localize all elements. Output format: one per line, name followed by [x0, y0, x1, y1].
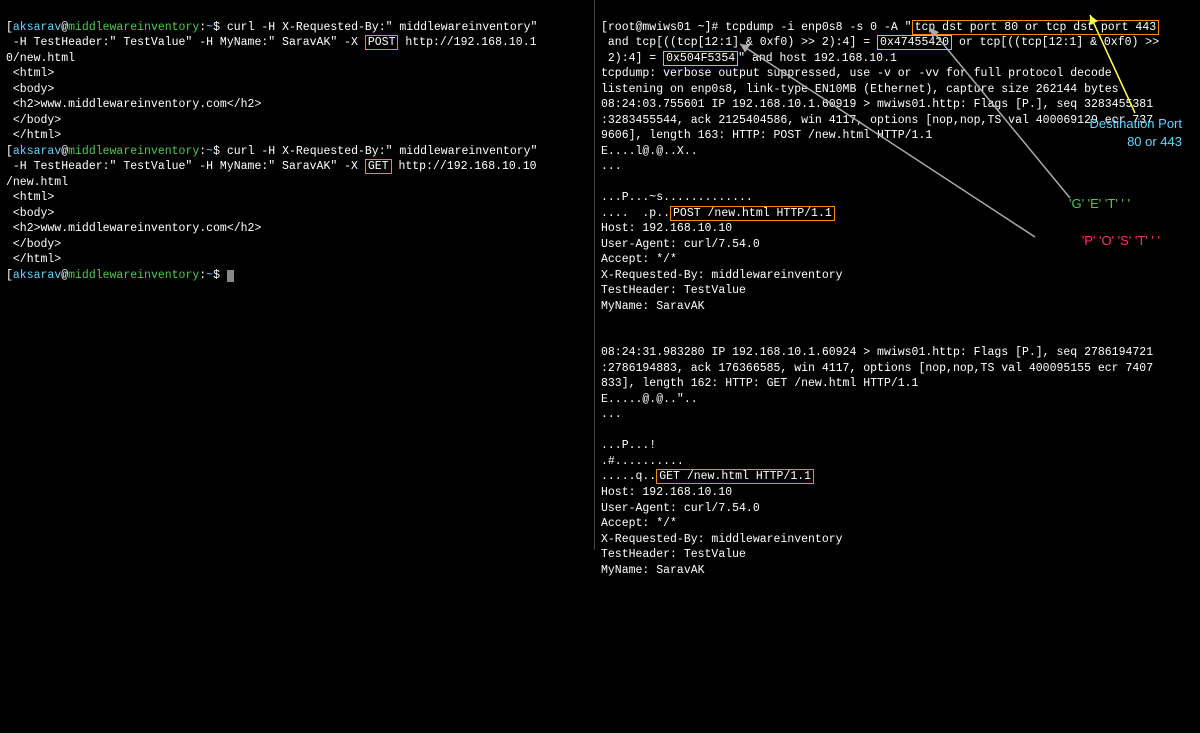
curl-cmd-2-part-b: -H TestHeader:" TestValue" -H MyName:" S…	[6, 160, 365, 173]
prompt-end: $	[213, 21, 227, 34]
left-terminal-pane[interactable]: [aksarav@middlewareinventory:~$ curl -H …	[0, 0, 595, 550]
filter-line2-b: or tcp[((tcp[12:1] & 0xf0) >>	[952, 36, 1159, 49]
port-filter-box: tcp dst port 80 or tcp dst port 443	[912, 20, 1160, 35]
http-method-get-box: GET	[365, 159, 392, 174]
packet2-line-d: E.....@.@.."..	[601, 393, 698, 406]
prompt-end-2: $	[213, 145, 227, 158]
post-request-box: POST /new.html HTTP/1.1	[670, 206, 835, 221]
http-method-post-box: POST	[365, 35, 399, 50]
username: aksarav	[13, 21, 61, 34]
tcpdump-verbose: tcpdump: verbose output suppressed, use …	[601, 67, 1112, 80]
packet1-line-f: ...P...~s.............	[601, 191, 753, 204]
filter-line2-a: and tcp[((tcp[12:1] & 0xf0) >> 2):4] =	[601, 36, 877, 49]
packet2-line-b: :2786194883, ack 176366585, win 4117, op…	[601, 362, 1153, 375]
packet1-line-b: :3283455544, ack 2125404586, win 4117, o…	[601, 114, 1153, 127]
packet2-line-g: .#..........	[601, 455, 684, 468]
prompt-end-3: $	[213, 269, 227, 282]
hex-get-box: 0x47455420	[877, 35, 952, 50]
packet2-line-e: ...	[601, 408, 622, 421]
curl-cmd-2-part-a: curl -H X-Requested-By:" middlewareinven…	[227, 145, 538, 158]
output-body-close: </body>	[6, 114, 61, 127]
packet2-line-f: ...P...!	[601, 439, 656, 452]
cursor-icon	[227, 270, 234, 282]
packet1-user-agent: User-Agent: curl/7.54.0	[601, 238, 760, 251]
username-2: aksarav	[13, 145, 61, 158]
output2-body-open: <body>	[6, 207, 54, 220]
packet1-myname: MyName: SaravAK	[601, 300, 705, 313]
tcpdump-cmd: tcpdump -i enp0s8 -s 0 -A	[725, 21, 904, 34]
filter-line3-a: 2):4] =	[601, 52, 663, 65]
packet1-x-requested-by: X-Requested-By: middlewareinventory	[601, 269, 843, 282]
prompt-bracket-3: [	[6, 269, 13, 282]
packet2-line-a: 08:24:31.983280 IP 192.168.10.1.60924 > …	[601, 346, 1153, 359]
curl-cmd-2-url-a: http://192.168.10.10	[392, 160, 537, 173]
output-h2: <h2>www.middlewareinventory.com</h2>	[6, 98, 261, 111]
username-3: aksarav	[13, 269, 61, 282]
curl-cmd-1-url-b: 0/new.html	[6, 52, 75, 65]
hostname-2: middlewareinventory	[68, 145, 199, 158]
output2-h2: <h2>www.middlewareinventory.com</h2>	[6, 222, 261, 235]
hex-post-box: 0x504F5354	[663, 51, 738, 66]
output-html-open: <html>	[6, 67, 54, 80]
packet2-accept: Accept: */*	[601, 517, 677, 530]
output2-html-open: <html>	[6, 191, 54, 204]
packet1-line-g-prefix: .... .p..	[601, 207, 670, 220]
hostname-3: middlewareinventory	[68, 269, 199, 282]
packet2-x-requested-by: X-Requested-By: middlewareinventory	[601, 533, 843, 546]
packet2-host: Host: 192.168.10.10	[601, 486, 732, 499]
curl-cmd-2-url-b: /new.html	[6, 176, 68, 189]
packet1-accept: Accept: */*	[601, 253, 677, 266]
prompt-bracket-2: [	[6, 145, 13, 158]
filter-line3-b: "	[738, 52, 745, 65]
packet1-test-header: TestHeader: TestValue	[601, 284, 746, 297]
tcpdump-listening: listening on enp0s8, link-type EN10MB (E…	[601, 83, 1119, 96]
prompt-bracket: [	[6, 21, 13, 34]
root-prompt: [root@mwiws01 ~]#	[601, 21, 725, 34]
output-html-close: </html>	[6, 129, 61, 142]
packet1-host: Host: 192.168.10.10	[601, 222, 732, 235]
quote-open: "	[905, 21, 912, 34]
packet1-line-c: 9606], length 163: HTTP: POST /new.html …	[601, 129, 932, 142]
hostname: middlewareinventory	[68, 21, 199, 34]
right-terminal-pane[interactable]: [root@mwiws01 ~]# tcpdump -i enp0s8 -s 0…	[595, 0, 1200, 550]
curl-cmd-1-part-a: curl -H X-Requested-By:" middlewareinven…	[227, 21, 538, 34]
curl-cmd-1-part-b: -H TestHeader:" TestValue" -H MyName:" S…	[6, 36, 365, 49]
packet2-myname: MyName: SaravAK	[601, 564, 705, 577]
get-request-box: GET /new.html HTTP/1.1	[656, 469, 814, 484]
filter-line3-c: and host 192.168.10.1	[745, 52, 897, 65]
output-body-open: <body>	[6, 83, 54, 96]
output2-html-close: </html>	[6, 253, 61, 266]
packet1-line-d: E....l@.@..X..	[601, 145, 698, 158]
packet1-line-e: ...	[601, 160, 622, 173]
curl-cmd-1-url-a: http://192.168.10.1	[398, 36, 536, 49]
terminal-split-view: [aksarav@middlewareinventory:~$ curl -H …	[0, 0, 1200, 550]
annotation-get-chars: 'G' 'E' 'T' ' '	[1069, 195, 1130, 213]
packet2-user-agent: User-Agent: curl/7.54.0	[601, 502, 760, 515]
packet2-line-c: 833], length 162: HTTP: GET /new.html HT…	[601, 377, 918, 390]
packet1-line-a: 08:24:03.755601 IP 192.168.10.1.60919 > …	[601, 98, 1153, 111]
output2-body-close: </body>	[6, 238, 61, 251]
packet2-line-h-prefix: .....q..	[601, 470, 656, 483]
annotation-post-chars: 'P' 'O' 'S' 'T' ' '	[1082, 232, 1160, 250]
